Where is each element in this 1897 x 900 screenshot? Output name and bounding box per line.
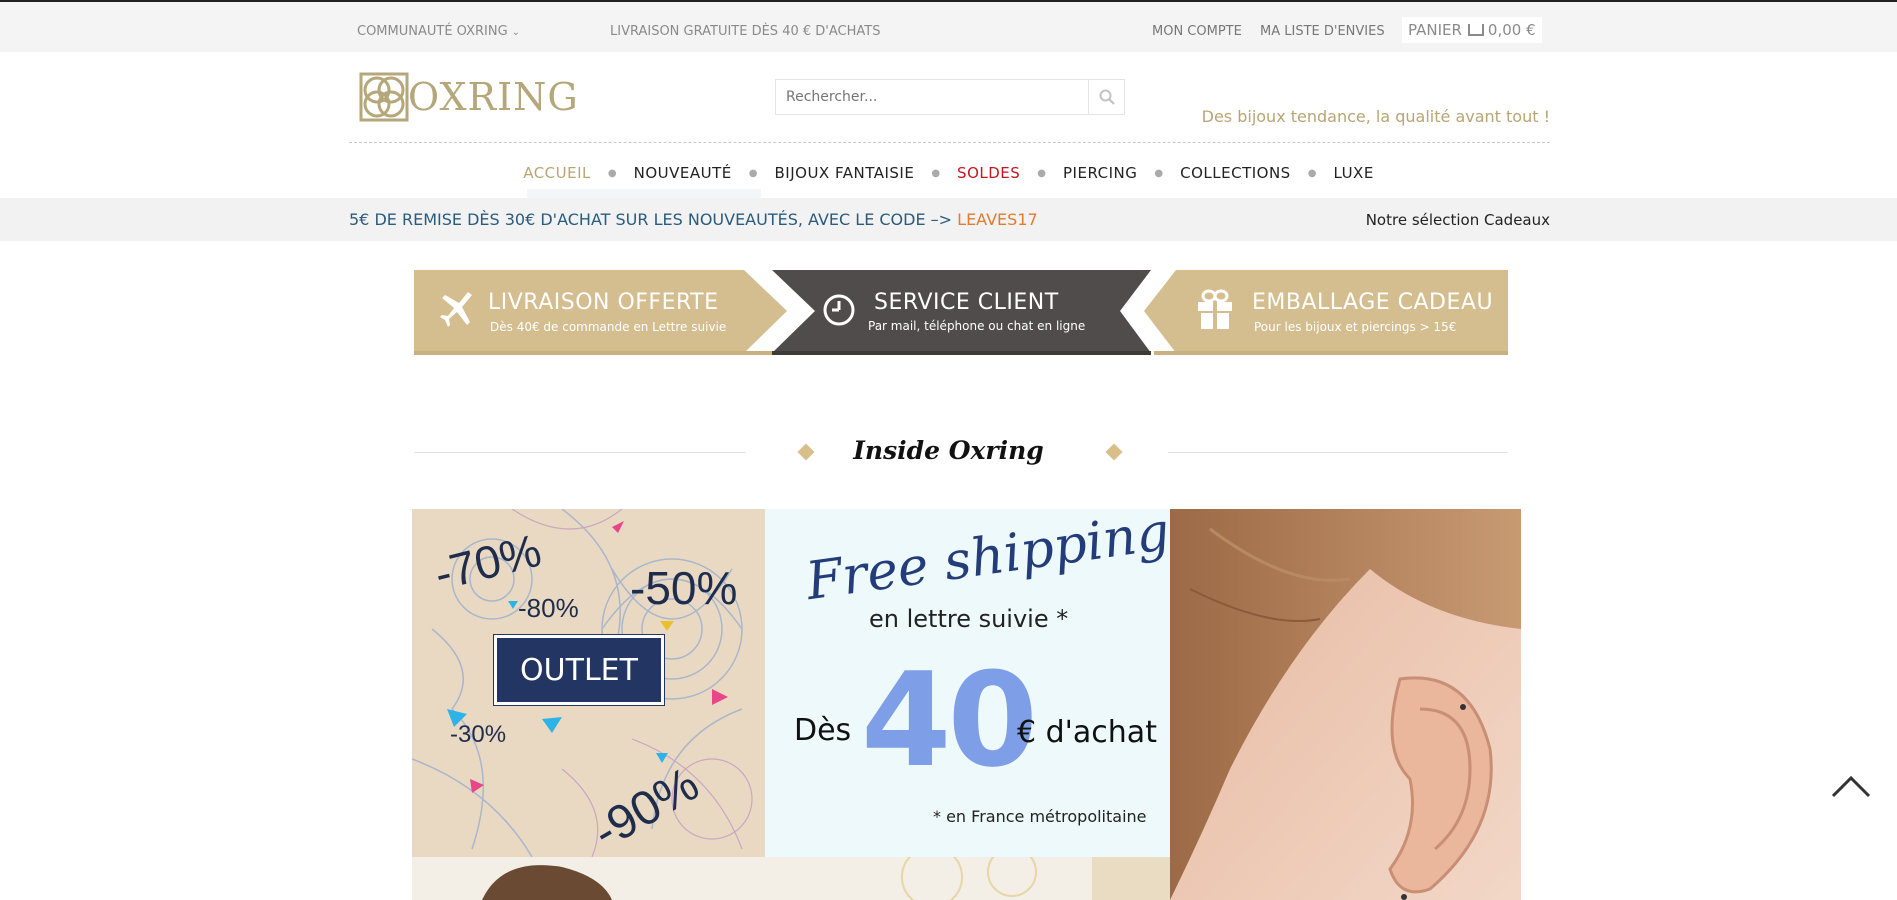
piercing-photo-tile[interactable] (1170, 509, 1521, 900)
logo-emblem-icon (358, 71, 410, 123)
nav-separator: ● (748, 167, 758, 179)
cart-total: 0,00 € (1487, 21, 1536, 39)
discount-80: -80% (518, 593, 579, 623)
free-shipping-tile[interactable]: Free shipping en lettre suivie * Dès 40 … (765, 509, 1170, 857)
nav-separator: ● (607, 167, 617, 179)
nav-separator: ● (1307, 167, 1317, 179)
cart-icon (1467, 24, 1484, 36)
chevron-down-icon: ⌄ (511, 27, 521, 38)
nav-separator: ● (931, 167, 941, 179)
nav-item-luxe[interactable]: LUXE (1333, 164, 1373, 182)
site-logo[interactable]: OXRING (358, 70, 579, 124)
banner-gift-subtitle: Pour les bijoux et piercings > 15€ (1254, 320, 1457, 334)
chevron-up-icon (1831, 775, 1871, 798)
top-bar: COMMUNAUTÉ OXRING ⌄ LIVRAISON GRATUITE DÈ… (0, 2, 1897, 52)
free-shipping-suffix: € d'achat (1017, 715, 1157, 750)
banner-shipping-subtitle: Dès 40€ de commande en Lettre suivie (490, 320, 727, 334)
main-nav: ACCUEIL ● NOUVEAUTÉ ● BIJOUX FANTAISIE ●… (0, 160, 1897, 186)
nav-separator: ● (1154, 167, 1164, 179)
nav-item-piercing[interactable]: PIERCING (1063, 164, 1137, 182)
back-to-top-button[interactable] (1830, 772, 1872, 800)
free-shipping-notice: LIVRAISON GRATUITE DÈS 40 € D'ACHATS (610, 24, 881, 39)
gift-selection-link[interactable]: Notre sélection Cadeaux (1366, 211, 1550, 229)
wishlist-link[interactable]: MA LISTE D'ENVIES (1260, 24, 1385, 39)
search-button[interactable] (1088, 80, 1124, 114)
banner-shipping-title: LIVRAISON OFFERTE (488, 290, 719, 315)
gift-icon (1196, 288, 1234, 330)
nav-item-accueil[interactable]: ACCUEIL (523, 164, 591, 182)
discount-30: -30% (450, 721, 507, 748)
nav-item-collections[interactable]: COLLECTIONS (1180, 164, 1291, 182)
search-icon (1099, 89, 1115, 105)
airplane-icon (440, 290, 474, 328)
lower-photo-tile[interactable] (412, 857, 1170, 900)
section-title: Inside Oxring (853, 436, 1044, 465)
free-shipping-amount: 40 (861, 644, 1038, 796)
banner-service-title: SERVICE CLIENT (874, 290, 1059, 315)
my-account-link[interactable]: MON COMPTE (1152, 24, 1242, 39)
ear-photo (1170, 509, 1521, 900)
search-input[interactable] (776, 80, 1088, 114)
promo-message: 5€ DE REMISE DÈS 30€ D'ACHAT SUR LES NOU… (349, 210, 1038, 229)
discount-50: -50% (630, 562, 738, 614)
heading-rule-right (1168, 452, 1508, 453)
promo-bar: 5€ DE REMISE DÈS 30€ D'ACHAT SUR LES NOU… (0, 198, 1897, 241)
nav-item-bijoux-fantaisie[interactable]: BIJOUX FANTAISIE (775, 164, 915, 182)
cart-button[interactable]: PANIER 0,00 € (1402, 17, 1542, 43)
free-shipping-note: * en France métropolitaine (933, 807, 1147, 826)
nav-item-soldes[interactable]: SOLDES (957, 164, 1020, 182)
outlet-button[interactable]: OUTLET (493, 634, 665, 706)
free-shipping-subline: en lettre suivie * (869, 605, 1069, 633)
banner-gift-title: EMBALLAGE CADEAU (1252, 290, 1494, 315)
brand-tagline: Des bijoux tendance, la qualité avant to… (1201, 107, 1550, 126)
service-banners: LIVRAISON OFFERTE Dès 40€ de commande en… (414, 268, 1508, 355)
nav-item-nouveaute[interactable]: NOUVEAUTÉ (634, 164, 732, 182)
dropdown-ghost (527, 189, 761, 198)
free-shipping-des: Dès (794, 713, 852, 748)
cart-label: PANIER (1408, 21, 1462, 39)
banner-service-subtitle: Par mail, téléphone ou chat en ligne (868, 319, 1086, 333)
clock-icon (822, 293, 856, 327)
community-label: COMMUNAUTÉ OXRING (357, 24, 508, 39)
header-divider (349, 142, 1550, 143)
free-shipping-script: Free shipping (802, 509, 1170, 613)
lower-photo (412, 857, 1170, 900)
logo-wordmark: OXRING (408, 75, 579, 119)
search-box (775, 79, 1125, 115)
nav-separator: ● (1037, 167, 1047, 179)
promo-text: 5€ DE REMISE DÈS 30€ D'ACHAT SUR LES NOU… (349, 210, 958, 229)
section-heading: Inside Oxring (0, 432, 1897, 472)
outlet-tile[interactable]: -70% -50% -80% -30% -90% OUTLET (412, 509, 765, 857)
promo-code: LEAVES17 (957, 210, 1038, 229)
community-menu[interactable]: COMMUNAUTÉ OXRING ⌄ (357, 24, 520, 39)
